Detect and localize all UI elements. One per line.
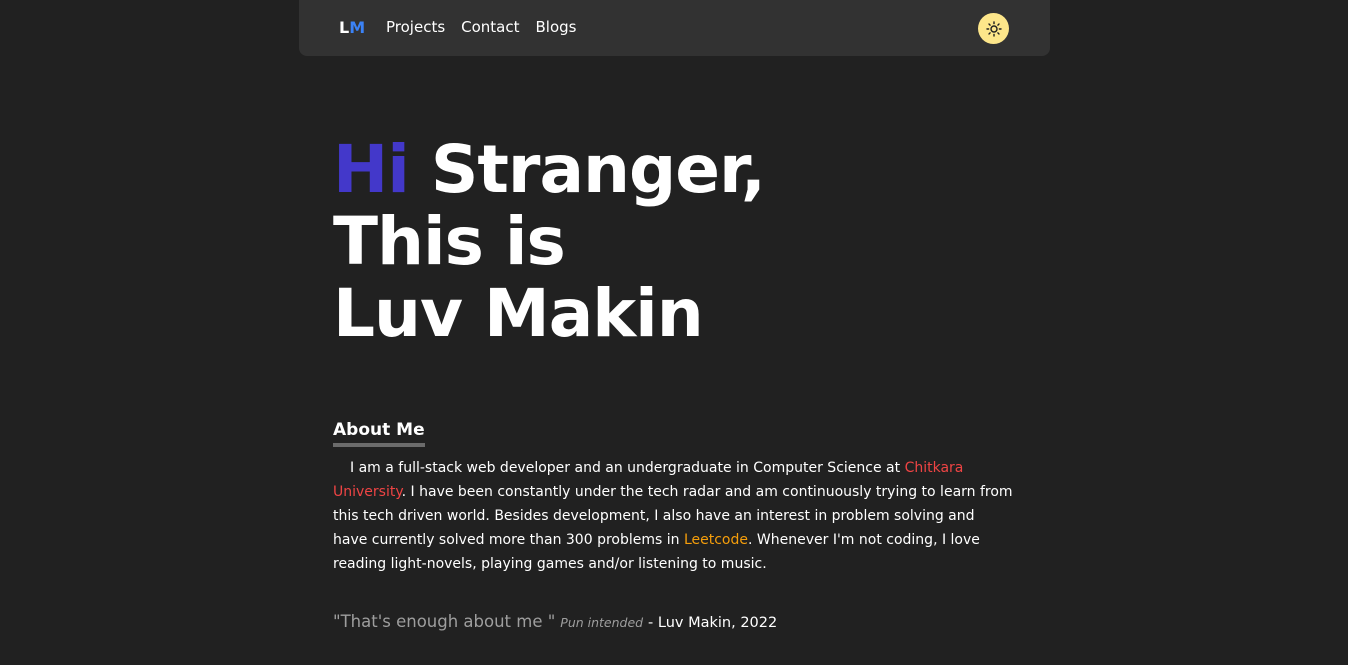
navbar: LM Projects Contact Blogs xyxy=(299,0,1050,56)
quote-author: - Luv Makin, 2022 xyxy=(648,615,778,631)
about-paragraph: I am a full-stack web developer and an u… xyxy=(333,456,1013,576)
hero-hi: Hi xyxy=(333,131,410,208)
quote-text: "That's enough about me " xyxy=(333,612,556,631)
site-logo[interactable]: LM xyxy=(339,18,365,37)
leetcode-link[interactable]: Leetcode xyxy=(684,532,748,548)
hero-stranger: Stranger, xyxy=(430,131,766,208)
quote-note: Pun intended xyxy=(560,615,644,630)
quote: "That's enough about me " Pun intended -… xyxy=(333,612,777,631)
hero-this-is: This is xyxy=(333,203,566,280)
hero-heading: Hi Stranger, This is Luv Makin xyxy=(333,131,766,352)
nav-link-projects[interactable]: Projects xyxy=(386,18,445,36)
logo-letter-l: L xyxy=(339,18,350,37)
logo-letter-m: M xyxy=(349,18,366,37)
nav-links: Projects Contact Blogs xyxy=(386,18,576,36)
nav-link-blogs[interactable]: Blogs xyxy=(536,18,577,36)
sun-icon xyxy=(985,20,1002,37)
nav-link-contact[interactable]: Contact xyxy=(461,18,519,36)
hero-name: Luv Makin xyxy=(333,275,704,352)
about-text-part-1: I am a full-stack web developer and an u… xyxy=(350,460,901,476)
theme-toggle-button[interactable] xyxy=(978,13,1009,44)
about-heading: About Me xyxy=(333,420,425,447)
